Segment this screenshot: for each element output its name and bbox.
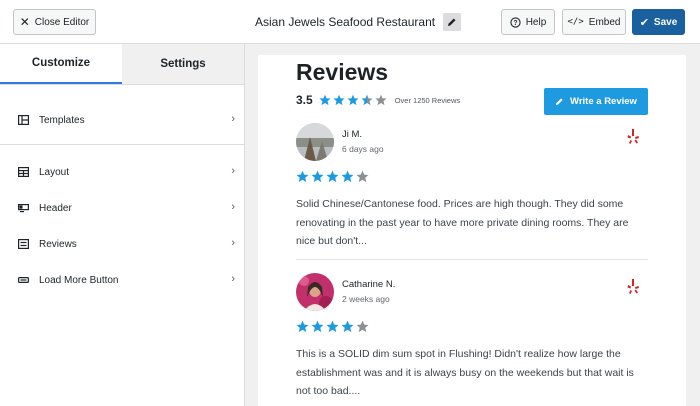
review-text: This is a SOLID dim sum spot in Flushing… xyxy=(296,348,634,397)
review-divider xyxy=(296,259,648,260)
help-label: Help xyxy=(525,16,547,28)
embed-button[interactable]: </> Embed xyxy=(562,9,626,35)
sidebar-item-label: Load More Button xyxy=(39,274,119,286)
sidebar-item-label: Layout xyxy=(39,166,70,178)
preview-scrollbar[interactable] xyxy=(686,44,700,406)
review-stars xyxy=(296,170,369,183)
star-icon xyxy=(311,170,324,183)
star-icon xyxy=(296,170,309,183)
review-card: Catharine N. 2 weeks ago This is a SOLID… xyxy=(296,273,648,403)
review-date: 6 days ago xyxy=(342,144,384,154)
write-review-label: Write a Review xyxy=(570,96,637,107)
review-date: 2 weeks ago xyxy=(342,294,390,304)
close-editor-button[interactable]: ✕ Close Editor xyxy=(13,9,96,35)
review-count: Over 1250 Reviews xyxy=(394,95,461,105)
header-icon xyxy=(18,204,29,213)
code-icon: </> xyxy=(567,17,584,27)
star-icon xyxy=(296,320,309,333)
tab-settings-label: Settings xyxy=(160,58,206,70)
average-rating: 3.5 xyxy=(296,93,313,107)
checkmark-icon: ✔ xyxy=(639,16,649,29)
pencil-icon xyxy=(555,98,563,106)
chevron-right-icon: › xyxy=(231,165,235,177)
sidebar-item-reviews[interactable]: Reviews › xyxy=(0,229,245,259)
pencil-icon xyxy=(448,18,456,26)
feed-preview: Reviews 3.5 Over 1250 Reviews Write a Re… xyxy=(258,55,686,406)
sidebar-item-label: Reviews xyxy=(39,238,77,250)
sidebar-item-label: Header xyxy=(39,202,72,214)
star-icon xyxy=(341,170,354,183)
star-icon xyxy=(341,320,354,333)
sidebar-item-header[interactable]: Header › xyxy=(0,193,245,223)
star-icon xyxy=(333,94,345,106)
rating-summary: 3.5 Over 1250 Reviews xyxy=(296,93,460,107)
write-review-button[interactable]: Write a Review xyxy=(544,88,648,115)
reviews-heading: Reviews xyxy=(296,59,389,85)
tab-settings[interactable]: Settings xyxy=(122,44,244,84)
star-icon xyxy=(311,320,324,333)
sidebar-tabs: Customize Settings xyxy=(0,44,244,85)
yelp-icon xyxy=(627,279,639,294)
chevron-right-icon: › xyxy=(231,201,235,213)
chevron-right-icon: › xyxy=(231,113,235,125)
embed-label: Embed xyxy=(588,16,621,28)
star-icon xyxy=(347,94,359,106)
star-icon xyxy=(326,320,339,333)
star-icon xyxy=(356,170,369,183)
rating-stars xyxy=(319,94,387,106)
review-card: Ji M. 6 days ago Solid Chinese/Cantonese… xyxy=(296,123,648,253)
review-text: Solid Chinese/Cantonese food. Prices are… xyxy=(296,198,629,247)
reviewer-name: Catharine N. xyxy=(342,279,396,290)
review-stars xyxy=(296,320,369,333)
star-icon xyxy=(356,320,369,333)
sidebar-item-label: Templates xyxy=(39,114,85,126)
sidebar-item-layout[interactable]: Layout › xyxy=(0,157,245,187)
layout-icon xyxy=(18,167,29,177)
save-button[interactable]: ✔ Save xyxy=(632,9,685,35)
star-icon xyxy=(361,94,373,106)
sidebar-item-templates[interactable]: Templates › xyxy=(0,105,245,135)
help-icon: ? xyxy=(510,16,521,28)
load-more-icon xyxy=(18,277,29,283)
sidebar-divider xyxy=(0,144,245,145)
editor-title-group: Asian Jewels Seafood Restaurant xyxy=(255,13,462,31)
star-icon xyxy=(319,94,331,106)
close-editor-label: Close Editor xyxy=(34,16,90,28)
avatar xyxy=(296,123,334,161)
customizer-sidebar: Customize Settings Templates › Layout › … xyxy=(0,44,245,406)
close-icon: ✕ xyxy=(19,15,30,29)
chevron-right-icon: › xyxy=(231,237,235,249)
chevron-right-icon: › xyxy=(231,273,235,285)
reviewer-name: Ji M. xyxy=(342,129,363,140)
tab-customize[interactable]: Customize xyxy=(0,44,122,84)
yelp-icon xyxy=(627,129,639,144)
star-icon xyxy=(326,170,339,183)
tab-customize-label: Customize xyxy=(31,57,91,69)
avatar xyxy=(296,273,334,311)
help-button[interactable]: ? Help xyxy=(501,9,555,35)
top-toolbar: ✕ Close Editor Asian Jewels Seafood Rest… xyxy=(0,0,700,44)
reviews-icon xyxy=(18,239,29,249)
save-label: Save xyxy=(653,16,678,28)
star-icon xyxy=(375,94,387,106)
edit-title-button[interactable] xyxy=(443,13,462,31)
templates-icon xyxy=(18,115,29,125)
svg-text:?: ? xyxy=(513,19,517,26)
sidebar-item-load-more[interactable]: Load More Button › xyxy=(0,265,245,295)
feed-title: Asian Jewels Seafood Restaurant xyxy=(255,15,436,29)
